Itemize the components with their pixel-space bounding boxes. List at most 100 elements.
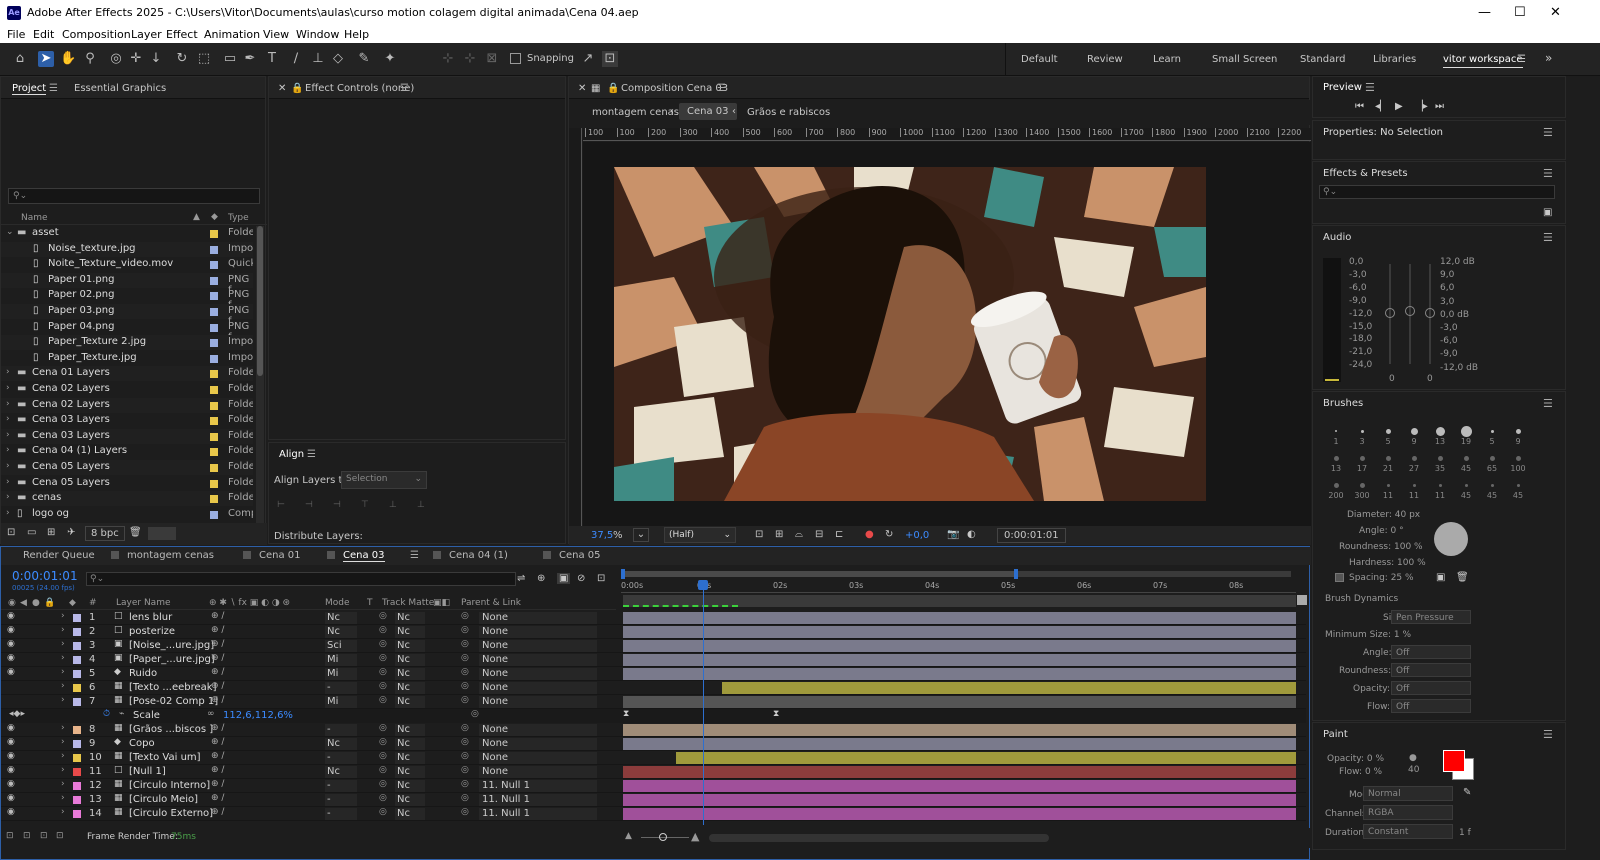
track-matte-dropdown[interactable]: Nc [395,752,425,764]
mask-visibility-icon[interactable]: ⌓ [795,529,803,540]
parent-pickwhip-icon[interactable]: ◎ [461,737,469,747]
timeline-tab[interactable]: Cena 05 [559,550,601,561]
layer-mode-dropdown[interactable]: - [325,808,357,820]
layer-row[interactable]: ◉ › 4 ▣ [Paper_...ure.jpg] ⊕ ∕ Mi ◎ Nc ◎ None [1,653,1306,667]
brush-tip[interactable]: 200 [1323,476,1349,503]
brush-tip[interactable]: 19 [1453,422,1479,449]
column-track-matte[interactable]: Track Matte [382,598,434,608]
layer-switches-icon[interactable]: ⊕ ∕ [211,765,224,775]
workspace-overflow-icon[interactable]: » [1545,51,1552,65]
label-color-swatch[interactable] [210,245,218,254]
layer-mode-dropdown[interactable]: - [325,752,357,764]
layer-label-swatch[interactable] [73,698,81,706]
layer-duration-bar[interactable] [623,696,1296,708]
layer-duration-bar[interactable] [623,780,1296,792]
project-settings-icon[interactable]: ✈ [67,527,75,538]
chevron-right-icon[interactable]: › [61,779,65,789]
effects-presets-menu-icon[interactable]: ☰ [1543,167,1553,180]
layer-label-swatch[interactable] [73,670,81,678]
roto-brush-tool-icon[interactable]: ✎ [356,51,372,67]
menu-view[interactable]: View [263,28,289,41]
parent-dropdown[interactable]: None [479,738,597,750]
preview-title[interactable]: Preview [1323,82,1362,93]
orbit-tool-icon[interactable]: ◎ [108,51,124,67]
duration-dropdown[interactable]: Constant [1363,824,1453,839]
track-matte-dropdown[interactable]: Nc [395,724,425,736]
chevron-right-icon[interactable]: › [61,611,65,621]
selection-tool-icon[interactable]: ➤ [38,51,54,67]
type-tool-icon[interactable]: T [264,51,280,67]
close-panel-icon[interactable]: ✕ [278,83,286,94]
layer-row[interactable]: ◉ › 3 ▣ [Noise_...ure.jpg] ⊕ ∕ Sci ◎ Nc ◎ None [1,639,1306,653]
layer-name[interactable]: [Paper_...ure.jpg] [129,654,215,665]
brush-tool-icon[interactable]: ∕ [288,51,304,67]
label-color-swatch[interactable] [210,432,218,441]
paint-flow[interactable]: Flow: 0 % [1339,767,1382,777]
layer-name[interactable]: [Circulo Interno] [129,780,210,791]
delete-brush-icon[interactable]: 🗑 [1456,572,1469,583]
layer-name[interactable]: [Pose-02 Comp 1] [129,696,218,707]
parent-pickwhip-icon[interactable]: ◎ [461,765,469,775]
label-header-icon[interactable]: ◆ [69,598,76,608]
visibility-eye-icon[interactable]: ◉ [7,667,15,677]
left-volume-slider[interactable] [1385,308,1395,318]
zoom-value[interactable]: 37,5 [591,530,613,541]
pen-tool-icon[interactable]: ✒ [242,51,258,67]
draft-3d-icon[interactable]: ⊕ [537,573,545,584]
brush-tip[interactable]: 13 [1323,449,1349,476]
layer-label-swatch[interactable] [73,754,81,762]
visibility-eye-icon[interactable]: ◉ [7,751,15,761]
snapshot-icon[interactable]: 📷 [947,529,959,540]
brush-spacing[interactable]: Spacing: 25 % [1349,573,1414,583]
brush-tip[interactable]: 5 [1479,422,1505,449]
menu-edit[interactable]: Edit [33,28,54,41]
layer-label-swatch[interactable] [73,642,81,650]
layer-label-swatch[interactable] [73,796,81,804]
brush-tip[interactable]: 11 [1427,476,1453,503]
axis-view-icon[interactable]: ⊠ [484,51,500,67]
menu-file[interactable]: File [7,28,25,41]
chevron-right-icon[interactable]: › [6,477,10,487]
paint-menu-icon[interactable]: ☰ [1543,728,1553,741]
align-vcenter-icon[interactable]: ⊥ [389,500,397,510]
layer-row[interactable]: ◉ › 14 ▦ [Circulo Externo] ⊕ ∕ - ◎ Nc ◎ 11. Null 1 [1,807,1306,821]
trash-icon[interactable]: 🗑 [129,527,142,538]
layer-switches-icon[interactable]: ⊕ ∕ [211,625,224,635]
project-item[interactable]: › ▬ Cena 01 Layers Folde [1,366,253,382]
duration-frames[interactable]: 1 f [1459,828,1471,838]
track-matte-link-icon[interactable]: ◎ [379,639,387,649]
layer-label-swatch[interactable] [73,740,81,748]
layer-row[interactable]: ◉ › 5 ◆ Ruido ⊕ ∕ Mi ◎ Nc ◎ None [1,667,1306,681]
menu-layer[interactable]: Layer [131,28,162,41]
project-menu-icon[interactable]: ☰ [49,83,58,94]
column-name[interactable]: Name [21,213,48,223]
layer-switches-icon[interactable]: ⊕ ∕ [211,751,224,761]
layer-name[interactable]: [Null 1] [129,766,166,777]
layer-label-swatch[interactable] [73,768,81,776]
track-matte-link-icon[interactable]: ◎ [379,807,387,817]
timeline-search-input[interactable]: ⚲⌄ [86,572,516,586]
label-color-swatch[interactable] [210,230,218,238]
timeline-tab[interactable]: Render Queue [23,550,95,561]
layer-duration-bar[interactable] [623,612,1296,624]
close-comp-icon[interactable]: ✕ [578,83,586,94]
brush-tip[interactable]: 9 [1401,422,1427,449]
timeline-tab[interactable]: montagem cenas [127,550,214,561]
track-matte-link-icon[interactable]: ◎ [379,611,387,621]
chevron-right-icon[interactable]: › [6,508,10,518]
brush-tip[interactable]: 17 [1349,449,1375,476]
brushes-menu-icon[interactable]: ☰ [1543,397,1553,410]
label-color-swatch[interactable] [210,417,218,426]
visibility-eye-icon[interactable]: ◉ [7,737,15,747]
layer-label-swatch[interactable] [73,614,81,622]
axis-world-icon[interactable]: ⊹ [462,51,478,67]
project-item[interactable]: › ▯ logo og Comp [1,507,253,522]
track-matte-dropdown[interactable]: Nc [395,654,425,666]
keyframe-navigator-icon[interactable]: ◂◆▸ [9,709,25,719]
brush-roundness[interactable]: Roundness: 100 % [1339,542,1423,552]
visibility-eye-icon[interactable]: ◉ [7,765,15,775]
sort-icon[interactable]: ▲ [193,212,200,222]
solo-header-icon[interactable]: ● [32,598,40,608]
brush-tip[interactable]: 100 [1505,449,1531,476]
track-matte-dropdown[interactable]: Nc [395,794,425,806]
